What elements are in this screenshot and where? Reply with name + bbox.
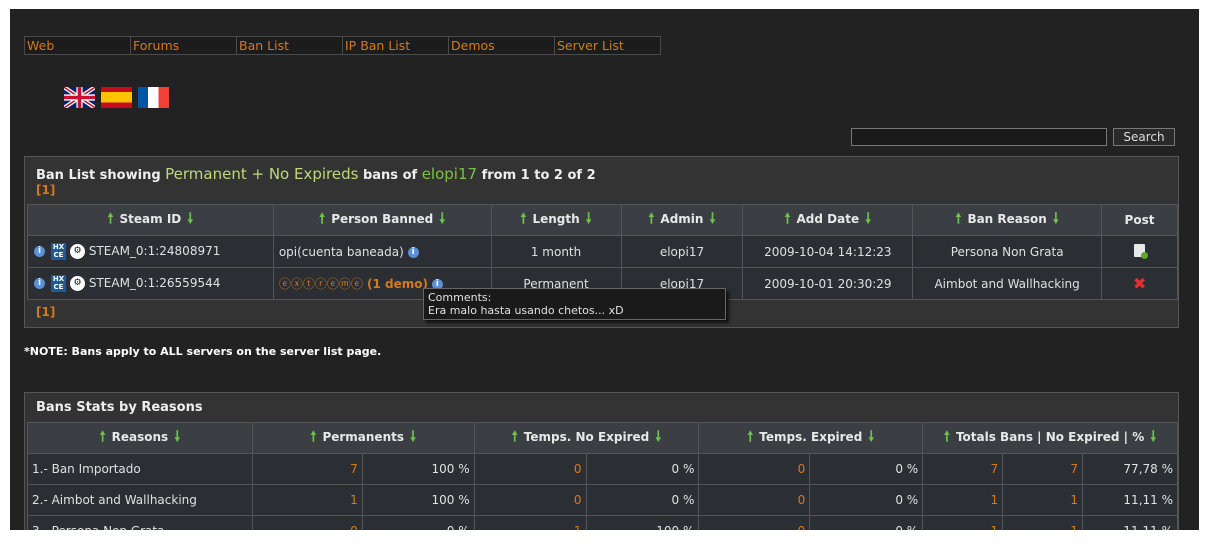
ban-list-heading: Ban List showing Permanent + No Expireds… [36,165,596,183]
sort-desc-icon[interactable]: 🠗 [174,429,180,445]
top-nav: Web Forums Ban List IP Ban List Demos Se… [24,36,661,55]
nav-ip-ban-list[interactable]: IP Ban List [343,37,449,54]
stats-table-header: 🠕 Reasons 🠗 🠕 Permanents 🠗 🠕 Temps. No Expire… [27,422,1178,454]
sort-asc-icon[interactable]: 🠕 [944,429,950,445]
steam-id: STEAM_0:1:24808971 [88,244,221,258]
ban-reason: Persona Non Grata [912,235,1103,268]
col-temps-no-expired[interactable]: 🠕 Temps. No Expired 🠗 [473,422,700,454]
servers-note: *NOTE: Bans apply to ALL servers on the … [24,345,382,358]
search-bar: Search [851,128,1175,146]
post-icon[interactable] [1134,243,1149,259]
ban-date: 2009-10-01 20:30:29 [742,267,914,300]
info-icon[interactable]: i [34,278,45,289]
user-label: elopi17 [421,165,478,183]
steam-icon[interactable]: ⚙ [70,276,85,291]
search-button[interactable]: Search [1113,128,1175,146]
col-add-date[interactable]: 🠕 Add Date 🠗 [742,204,914,236]
hlstatsx-icon[interactable]: HX CE [51,275,66,292]
sort-asc-icon[interactable]: 🠕 [648,211,654,227]
fr-flag-icon[interactable] [138,87,169,108]
hlstatsx-icon[interactable]: HX CE [51,243,66,260]
sort-desc-icon[interactable]: 🠗 [865,211,871,227]
sort-desc-icon[interactable]: 🠗 [655,429,661,445]
sort-desc-icon[interactable]: 🠗 [187,211,193,227]
sort-asc-icon[interactable]: 🠕 [785,211,791,227]
sort-desc-icon[interactable]: 🠗 [1053,211,1059,227]
pager-bottom[interactable]: [1] [36,305,55,319]
ban-admin: elopi17 [620,235,744,268]
ban-reason: Aimbot and Wallhacking [912,267,1103,300]
es-flag-icon[interactable] [101,87,132,108]
person-banned-link[interactable]: ⓔⓧⓣⓡⓔⓜⓔ [279,277,363,291]
demo-link[interactable]: (1 demo) [363,277,428,291]
table-row: 3.- Persona Non Grata 0 0 % 1 100 % 0 0 … [27,515,1178,530]
col-ban-reason[interactable]: 🠕 Ban Reason 🠗 [912,204,1103,236]
stats-title: Bans Stats by Reasons [36,400,203,415]
person-banned: opi(cuenta baneada) [278,244,404,259]
col-temps-expired[interactable]: 🠕 Temps. Expired 🠗 [698,422,924,454]
nav-forums[interactable]: Forums [131,37,237,54]
info-icon[interactable]: i [407,246,419,258]
sort-desc-icon[interactable]: 🠗 [868,429,874,445]
sort-desc-icon[interactable]: 🠗 [410,429,416,445]
sort-asc-icon[interactable]: 🠕 [108,211,114,227]
col-admin[interactable]: 🠕 Admin 🠗 [620,204,744,236]
ban-length: 1 month [490,235,622,268]
table-row: 1.- Ban Importado 7 100 % 0 0 % 0 0 % 7 … [27,453,1178,485]
sort-asc-icon[interactable]: 🠕 [100,429,106,445]
steam-icon[interactable]: ⚙ [70,244,85,259]
nav-ban-list[interactable]: Ban List [237,37,343,54]
table-row: i HX CE ⚙ STEAM_0:1:24808971 opi(cuenta ban… [27,235,1178,268]
sort-desc-icon[interactable]: 🠗 [1150,429,1156,445]
ban-table: 🠕 Steam ID 🠗 🠕 Person Banned 🠗 🠕 Length 🠗 🠕 Adm… [27,204,1178,300]
page-frame: Web Forums Ban List IP Ban List Demos Se… [10,9,1199,530]
sort-asc-icon[interactable]: 🠕 [520,211,526,227]
search-input[interactable] [851,128,1107,146]
ban-date: 2009-10-04 14:12:23 [742,235,914,268]
sort-asc-icon[interactable]: 🠕 [319,211,325,227]
sort-asc-icon[interactable]: 🠕 [512,429,518,445]
sort-desc-icon[interactable]: 🠗 [586,211,592,227]
sort-asc-icon[interactable]: 🠕 [310,429,316,445]
nav-demos[interactable]: Demos [449,37,555,54]
stats-table: 🠕 Reasons 🠗 🠕 Permanents 🠗 🠕 Temps. No Expire… [27,422,1178,530]
sort-desc-icon[interactable]: 🠗 [709,211,715,227]
sort-asc-icon[interactable]: 🠕 [747,429,753,445]
nav-web[interactable]: Web [25,37,131,54]
col-length[interactable]: 🠕 Length 🠗 [490,204,622,236]
info-icon[interactable]: i [34,246,45,257]
language-flags [64,87,169,108]
filter-label: Permanent + No Expireds [165,165,359,183]
steam-id: STEAM_0:1:26559544 [88,276,221,290]
comment-tooltip: Comments: Era malo hasta usando chetos..… [423,288,726,320]
pager-top[interactable]: [1] [36,183,55,197]
col-person-banned[interactable]: 🠕 Person Banned 🠗 [272,204,492,236]
col-steam-id[interactable]: 🠕 Steam ID 🠗 [27,204,274,236]
stats-panel: Bans Stats by Reasons 🠕 Reasons 🠗 🠕 Permane… [24,392,1179,530]
table-row: 2.- Aimbot and Wallhacking 1 100 % 0 0 %… [27,484,1178,516]
sort-asc-icon[interactable]: 🠕 [955,211,961,227]
col-reasons[interactable]: 🠕 Reasons 🠗 [27,422,253,454]
delete-icon[interactable]: ✖ [1133,274,1146,293]
col-totals[interactable]: 🠕 Totals Bans | No Expired | % 🠗 [922,422,1178,454]
nav-server-list[interactable]: Server List [555,37,660,54]
sort-desc-icon[interactable]: 🠗 [439,211,445,227]
ban-table-header: 🠕 Steam ID 🠗 🠕 Person Banned 🠗 🠕 Length 🠗 🠕 Adm… [27,204,1178,236]
col-post: Post [1101,204,1178,236]
col-permanents[interactable]: 🠕 Permanents 🠗 [251,422,475,454]
uk-flag-icon[interactable] [64,87,95,108]
